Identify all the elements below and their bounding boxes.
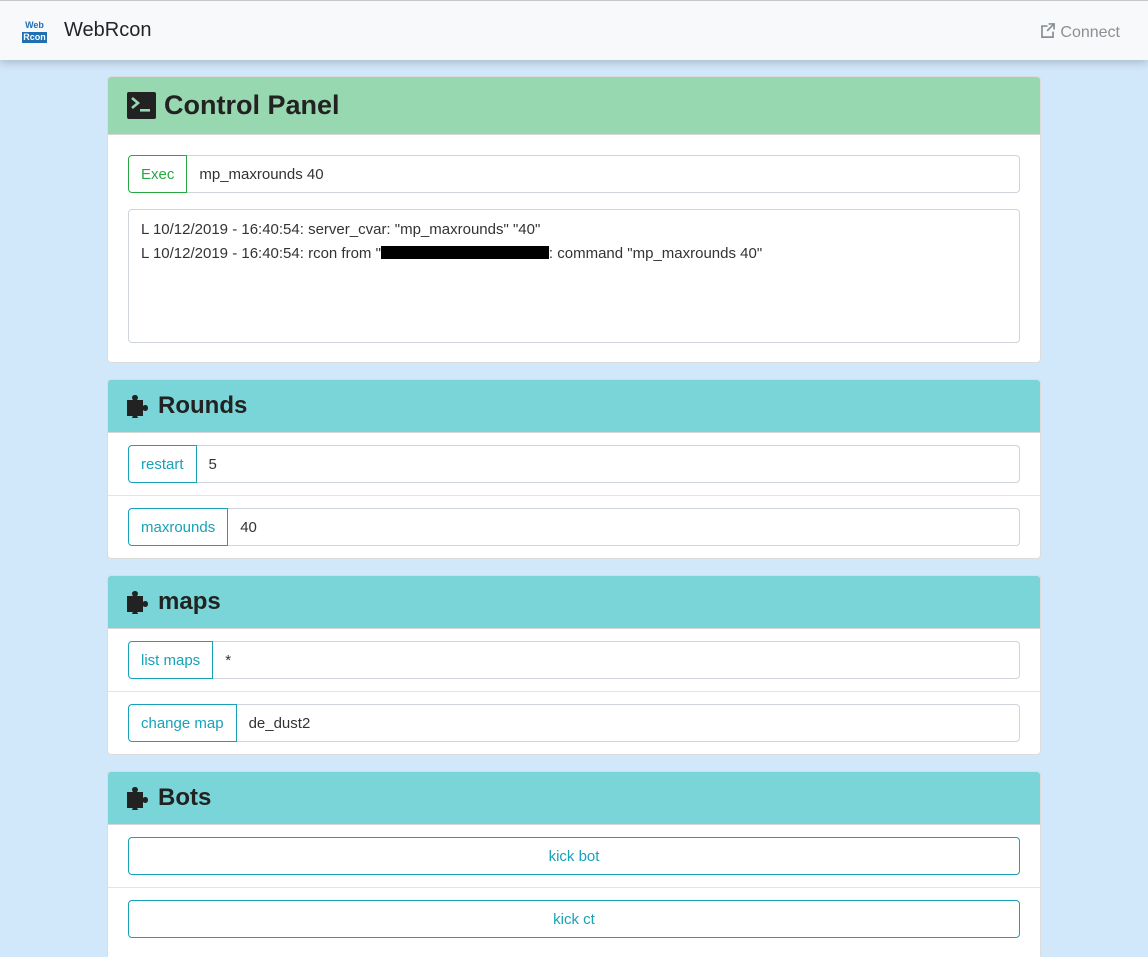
logo-text-bottom: Rcon	[22, 32, 47, 43]
kick-ct-button[interactable]: kick ct	[128, 900, 1020, 938]
connect-link[interactable]: Connect	[1039, 22, 1120, 44]
restart-input-group: restart 5	[128, 445, 1020, 483]
log-line-prefix: L 10/12/2019 - 16:40:54: rcon from "	[141, 245, 381, 262]
change-map-input-group: change map de_dust2	[128, 704, 1020, 742]
list-maps-row: list maps *	[108, 629, 1040, 692]
maxrounds-input[interactable]: 40	[228, 508, 1020, 546]
puzzle-icon	[127, 786, 152, 810]
logo-text-top: Web	[25, 20, 44, 30]
maps-card: maps list maps * change map de_dust2	[107, 575, 1041, 755]
maxrounds-row: maxrounds 40	[108, 496, 1040, 558]
control-panel-card: Control Panel Exec mp_maxrounds 40 L 10/…	[107, 76, 1041, 363]
maps-header: maps	[108, 576, 1040, 629]
terminal-icon	[127, 92, 156, 119]
bots-title: Bots	[158, 784, 212, 811]
list-maps-input-group: list maps *	[128, 641, 1020, 679]
maxrounds-button[interactable]: maxrounds	[128, 508, 229, 546]
bots-header: Bots	[108, 772, 1040, 825]
change-map-input[interactable]: de_dust2	[236, 704, 1020, 742]
log-line: L 10/12/2019 - 16:40:54: server_cvar: "m…	[141, 221, 541, 238]
puzzle-icon	[127, 394, 152, 418]
restart-input[interactable]: 5	[196, 445, 1020, 483]
kick-ct-group: kick ct	[128, 900, 1020, 938]
rounds-card: Rounds restart 5 maxrounds 40	[107, 379, 1041, 559]
kick-bot-row: kick bot	[108, 825, 1040, 888]
change-map-row: change map de_dust2	[108, 692, 1040, 754]
rounds-title: Rounds	[158, 392, 248, 419]
connect-label: Connect	[1060, 24, 1120, 41]
brand-name[interactable]: WebRcon	[64, 19, 151, 42]
maxrounds-input-group: maxrounds 40	[128, 508, 1020, 546]
rounds-header: Rounds	[108, 380, 1040, 433]
bots-card: Bots kick bot kick ct	[107, 771, 1041, 957]
log-line-suffix: : command "mp_maxrounds 40"	[548, 245, 763, 262]
webrcon-logo[interactable]: Web Rcon	[22, 20, 47, 45]
redacted-ip	[380, 246, 549, 259]
exec-button[interactable]: Exec	[128, 155, 188, 193]
top-navbar: Web Rcon WebRcon Connect	[0, 0, 1148, 60]
restart-button[interactable]: restart	[128, 445, 197, 483]
restart-row: restart 5	[108, 433, 1040, 496]
command-input[interactable]: mp_maxrounds 40	[187, 155, 1020, 193]
external-link-icon	[1039, 22, 1056, 44]
control-panel-title: Control Panel	[164, 90, 340, 120]
kick-bot-group: kick bot	[128, 837, 1020, 875]
change-map-button[interactable]: change map	[128, 704, 237, 742]
list-maps-input[interactable]: *	[213, 641, 1020, 679]
list-maps-button[interactable]: list maps	[128, 641, 214, 679]
kick-ct-row: kick ct	[108, 888, 1040, 951]
log-line: L 10/12/2019 - 16:40:54: rcon from " : co…	[141, 242, 1007, 266]
puzzle-icon	[127, 590, 152, 614]
console-output[interactable]: L 10/12/2019 - 16:40:54: server_cvar: "m…	[128, 209, 1020, 343]
control-panel-header: Control Panel	[108, 77, 1040, 135]
kick-bot-button[interactable]: kick bot	[128, 837, 1020, 875]
command-input-group: Exec mp_maxrounds 40	[128, 155, 1020, 193]
maps-title: maps	[158, 588, 221, 615]
